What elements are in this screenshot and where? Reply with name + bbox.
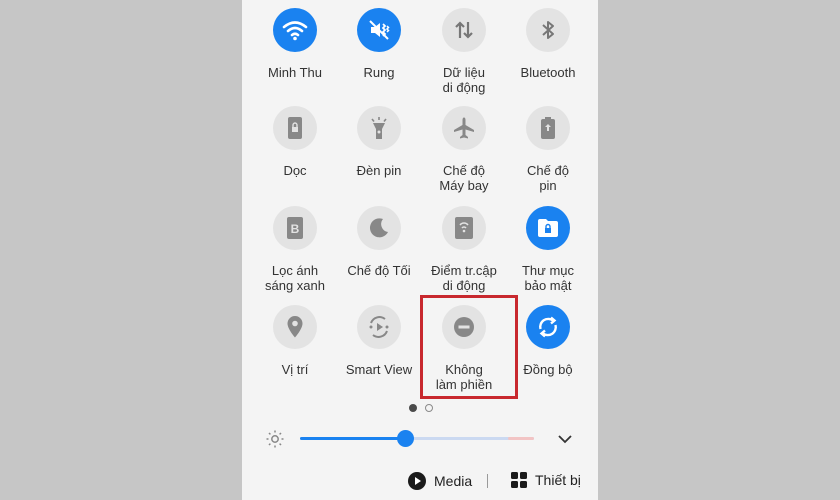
- tile-smart-view[interactable]: Smart View: [334, 305, 424, 377]
- tile-wifi[interactable]: Minh Thu: [250, 8, 340, 80]
- media-button[interactable]: Media: [408, 472, 472, 490]
- tile-label: Thư mục bảo mật: [521, 263, 575, 293]
- tile-airplane[interactable]: Chế độ Máy bay: [419, 106, 509, 193]
- tile-mobile-data[interactable]: Dữ liệu di động: [419, 8, 509, 95]
- devices-button[interactable]: Thiết bị: [511, 472, 581, 488]
- tile-label: Điểm tr.cập di động: [431, 263, 497, 293]
- hotspot-icon: [442, 206, 486, 250]
- tile-battery-saver[interactable]: Chế độ pin: [503, 106, 593, 193]
- svg-text:B: B: [291, 222, 300, 236]
- tile-label: Đèn pin: [356, 163, 402, 178]
- blue-light-filter-icon: B: [273, 206, 317, 250]
- brightness-icon: [265, 429, 285, 454]
- wifi-icon: [273, 8, 317, 52]
- tile-dark-mode[interactable]: Chế độ Tối: [334, 206, 424, 278]
- tile-label: Bluetooth: [520, 65, 576, 80]
- brightness-slider[interactable]: [300, 430, 534, 447]
- play-icon: [408, 472, 426, 490]
- tile-label: Chế độ pin: [527, 163, 569, 193]
- tile-label: Lọc ánh sáng xanh: [265, 263, 325, 293]
- tile-label: Rung: [363, 65, 395, 80]
- page-dot-active[interactable]: [409, 404, 417, 412]
- tile-blue-light-filter[interactable]: B Lọc ánh sáng xanh: [250, 206, 340, 293]
- location-icon: [273, 305, 317, 349]
- tile-location[interactable]: Vị trí: [250, 305, 340, 377]
- tile-bluetooth[interactable]: Bluetooth: [503, 8, 593, 80]
- tile-label: Dữ liệu di động: [442, 65, 486, 95]
- tile-portrait[interactable]: Dọc: [250, 106, 340, 178]
- vibrate-icon: [357, 8, 401, 52]
- secure-folder-icon: [526, 206, 570, 250]
- moon-icon: [357, 206, 401, 250]
- chevron-down-icon[interactable]: [557, 432, 573, 450]
- divider: [487, 474, 488, 488]
- tile-vibrate[interactable]: Rung: [334, 8, 424, 80]
- tile-label: Dọc: [283, 163, 307, 178]
- tile-label: Minh Thu: [268, 65, 322, 80]
- airplane-icon: [442, 106, 486, 150]
- page-dot-inactive[interactable]: [425, 404, 433, 412]
- grid-icon: [511, 472, 527, 488]
- portrait-lock-icon: [273, 106, 317, 150]
- media-label: Media: [434, 473, 473, 489]
- tile-label: Smart View: [345, 362, 413, 377]
- smart-view-icon: [357, 305, 401, 349]
- tile-label: Chế độ Máy bay: [439, 163, 489, 193]
- tile-label: Chế độ Tối: [347, 263, 411, 278]
- battery-saver-icon: [526, 106, 570, 150]
- tile-label: Vị trí: [281, 362, 309, 377]
- highlight-box: [420, 295, 518, 399]
- tile-hotspot[interactable]: Điểm tr.cập di động: [419, 206, 509, 293]
- mobile-data-icon: [442, 8, 486, 52]
- tile-flashlight[interactable]: Đèn pin: [334, 106, 424, 178]
- tile-secure-folder[interactable]: Thư mục bảo mật: [503, 206, 593, 293]
- bluetooth-icon: [526, 8, 570, 52]
- slider-fill: [300, 437, 406, 440]
- page-indicator: [409, 404, 433, 412]
- slider-track-end: [508, 437, 534, 440]
- devices-label: Thiết bị: [535, 472, 581, 488]
- flashlight-icon: [357, 106, 401, 150]
- sync-icon: [526, 305, 570, 349]
